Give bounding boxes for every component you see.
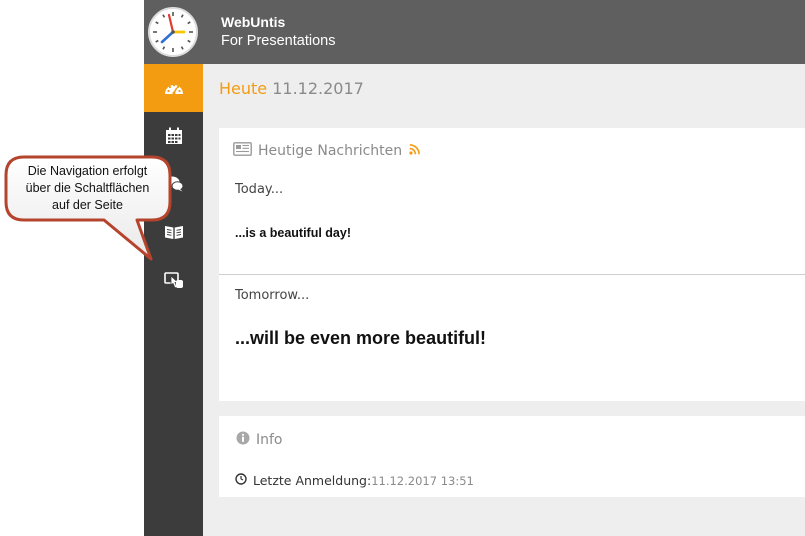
news-item1-intro: Today... (235, 182, 284, 197)
info-card-header: Info (236, 431, 283, 449)
page-title-date: 11.12.2017 (272, 79, 364, 98)
info-card: Info Letzte Anmeldung: 11.12.2017 13:51 (219, 416, 805, 497)
newspaper-icon (233, 142, 252, 160)
news-item1-body: ...is a beautiful day! (235, 226, 351, 240)
sidebar-item-classbook[interactable] (144, 208, 203, 256)
sidebar-item-timetable[interactable] (144, 112, 203, 160)
last-login-label: Letzte Anmeldung: (253, 473, 372, 488)
callout-line-3: auf der Seite (52, 198, 123, 212)
app-window: WebUntis For Presentations Heute 11.12.2… (0, 0, 805, 536)
hand-tap-icon (163, 271, 184, 289)
sidebar-item-dashboard[interactable] (144, 64, 203, 112)
news-heading: Heutige Nachrichten (258, 143, 403, 159)
sidebar-item-other[interactable] (144, 256, 203, 304)
clock-logo-icon[interactable] (148, 7, 198, 57)
open-book-icon (164, 224, 184, 240)
callout-line-2: über die Schaltflächen (25, 181, 150, 195)
page-title-prefix: Heute (219, 79, 268, 98)
app-subtitle: For Presentations (221, 33, 336, 49)
callout-text: Die Navigation erfolgt über die Schaltfl… (11, 163, 164, 214)
rss-feed-icon[interactable] (409, 143, 421, 159)
callout-line-1: Die Navigation erfolgt (27, 164, 148, 178)
news-card: Heutige Nachrichten Today... ...is a bea… (219, 128, 805, 401)
news-card-header: Heutige Nachrichten (233, 142, 421, 160)
app-title: WebUntis (221, 14, 286, 30)
info-circle-icon (236, 431, 250, 449)
last-login-line: Letzte Anmeldung: 11.12.2017 13:51 (235, 473, 474, 488)
news-item2-body: ...will be even more beautiful! (235, 328, 487, 348)
sidebar-nav (144, 64, 203, 536)
header-bar: WebUntis For Presentations (144, 0, 805, 64)
page-title: Heute 11.12.2017 (219, 79, 364, 98)
calendar-icon (165, 127, 183, 145)
clock-icon (235, 473, 247, 488)
speedometer-icon (164, 81, 184, 95)
main-content: Heute 11.12.2017 Heutige Nachrichten Tod… (203, 64, 805, 536)
left-margin (0, 0, 144, 536)
news-item2-intro: Tomorrow... (235, 288, 310, 303)
chat-bubbles-icon (164, 176, 184, 192)
last-login-value: 11.12.2017 13:51 (371, 473, 474, 488)
news-divider (219, 274, 805, 275)
info-heading: Info (256, 432, 283, 448)
